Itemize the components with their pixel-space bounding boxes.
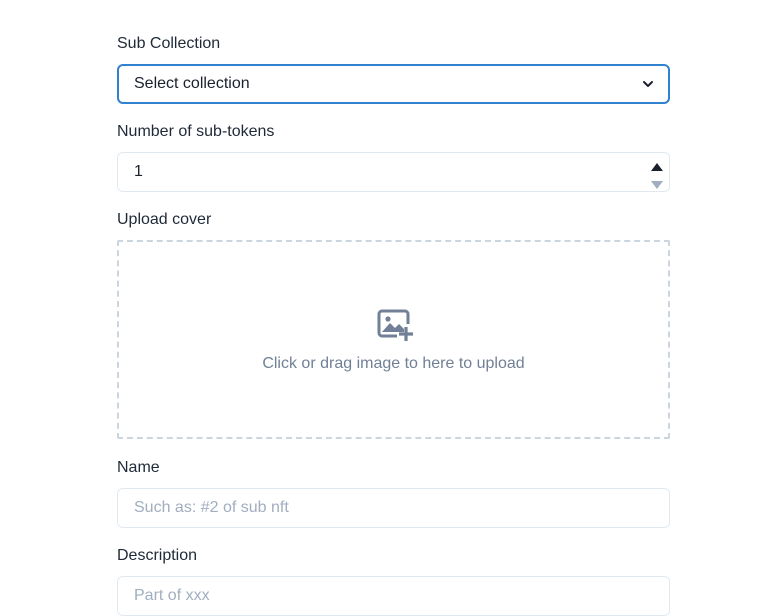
sub-collection-selected-value: Select collection	[134, 75, 250, 92]
upload-cover-dropzone[interactable]: Click or drag image to here to upload	[117, 240, 670, 439]
sub-collection-select[interactable]: Select collection	[117, 64, 670, 104]
name-input[interactable]	[117, 488, 670, 528]
image-add-icon	[377, 309, 413, 341]
sub-tokens-stepper	[645, 153, 669, 191]
triangle-down-icon	[651, 181, 663, 189]
decrement-button[interactable]	[645, 172, 669, 191]
sub-tokens-value: 1	[134, 163, 143, 180]
description-label: Description	[117, 547, 198, 564]
description-input[interactable]	[117, 576, 670, 616]
sub-collection-label: Sub Collection	[117, 35, 221, 52]
name-label: Name	[117, 459, 160, 476]
chevron-down-icon	[643, 81, 653, 87]
increment-button[interactable]	[645, 153, 669, 172]
sub-tokens-number-input[interactable]: 1	[117, 152, 670, 192]
upload-hint: Click or drag image to here to upload	[262, 355, 525, 372]
sub-tokens-label: Number of sub-tokens	[117, 123, 275, 140]
upload-cover-label: Upload cover	[117, 211, 212, 228]
